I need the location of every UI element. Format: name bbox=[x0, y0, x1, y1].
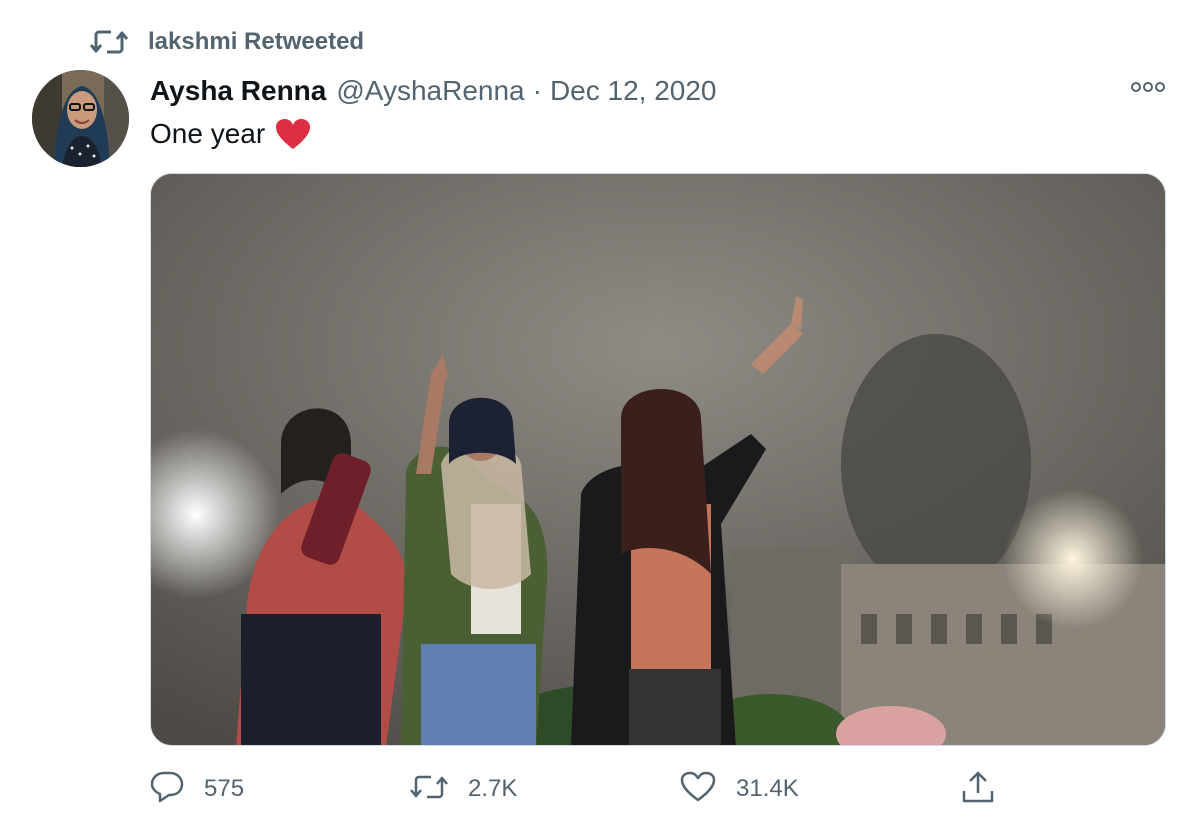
share-icon bbox=[960, 769, 996, 810]
retweet-count: 2.7K bbox=[468, 775, 518, 802]
like-button[interactable]: 31.4K bbox=[680, 764, 799, 814]
author-name[interactable]: Aysha Renna bbox=[150, 75, 326, 107]
tweet-date[interactable]: Dec 12, 2020 bbox=[550, 75, 717, 107]
retweeted-by-label[interactable]: lakshmi Retweeted bbox=[148, 28, 364, 56]
reply-count: 575 bbox=[204, 775, 245, 802]
like-icon bbox=[680, 771, 716, 808]
separator-dot: · bbox=[532, 75, 542, 106]
retweet-context[interactable]: lakshmi Retweeted bbox=[90, 26, 364, 58]
tweet-photo[interactable] bbox=[150, 173, 1166, 746]
retweet-icon bbox=[90, 26, 130, 58]
reply-button[interactable]: 575 bbox=[150, 764, 244, 814]
tweet-text: One year bbox=[150, 114, 311, 154]
red-heart-emoji bbox=[275, 118, 311, 150]
avatar[interactable] bbox=[32, 70, 129, 167]
author-handle[interactable]: @AyshaRenna bbox=[336, 75, 524, 107]
more-icon bbox=[1131, 80, 1165, 98]
retweet-button[interactable]: 2.7K bbox=[410, 764, 517, 814]
reply-icon bbox=[150, 770, 184, 809]
more-options-button[interactable] bbox=[1128, 78, 1168, 100]
like-count: 31.4K bbox=[736, 775, 799, 802]
tweet-header: Aysha Renna @AyshaRenna · Dec 12, 2020 bbox=[150, 72, 717, 110]
share-button[interactable] bbox=[960, 764, 996, 814]
tweet-body: One year bbox=[150, 118, 266, 149]
retweet-icon bbox=[410, 772, 448, 807]
tweet-actions: 575 2.7K 31.4K bbox=[0, 764, 1195, 814]
